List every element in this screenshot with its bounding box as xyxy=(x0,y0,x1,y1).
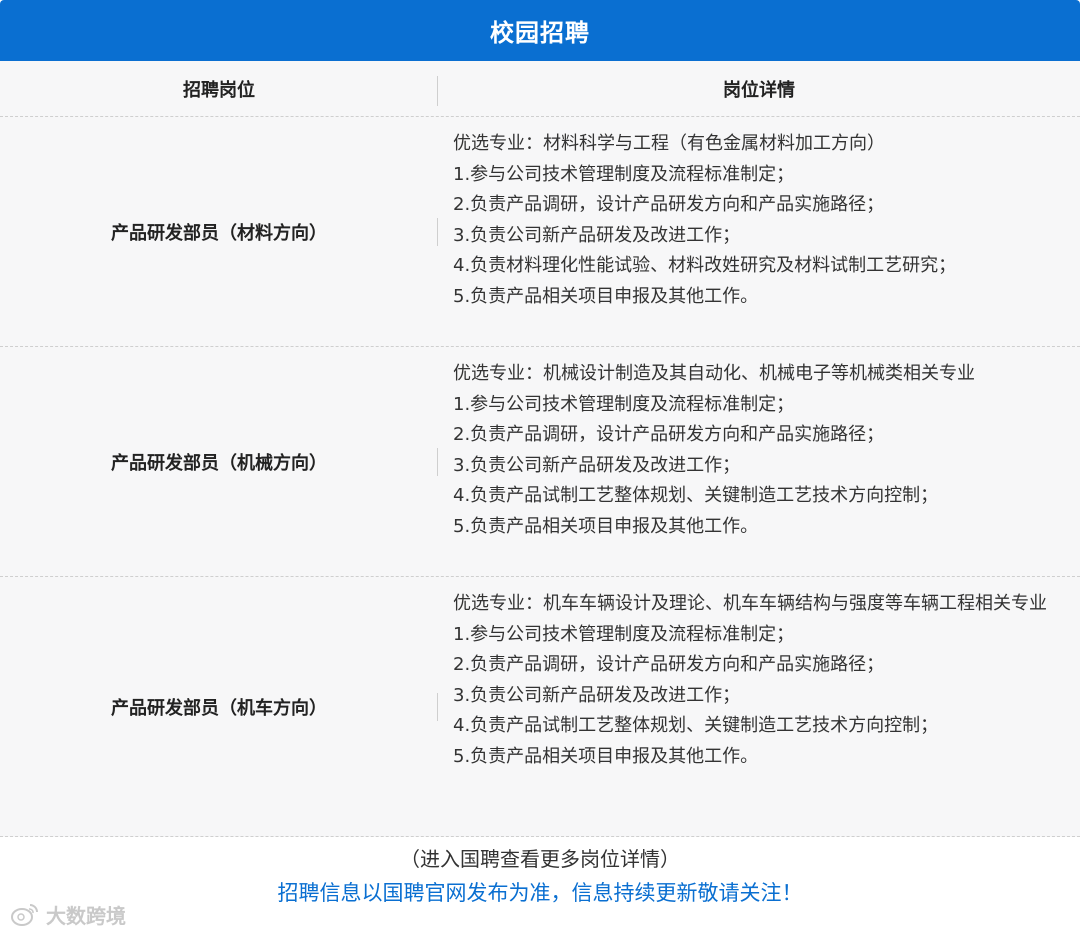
table-header-row: 招聘岗位 岗位详情 xyxy=(0,61,1080,117)
detail-line: 1.参与公司技术管理制度及流程标准制定； xyxy=(453,393,795,415)
detail-line: 优选专业：机械设计制造及其自动化、机械电子等机械类相关专业 xyxy=(453,363,975,384)
detail-line: 5.负责产品相关项目申报及其他工作。 xyxy=(453,285,759,307)
footer-notice: 招聘信息以国聘官网发布为准，信息持续更新敬请关注！ xyxy=(277,881,803,905)
detail-line: 3.负责公司新产品研发及改进工作； xyxy=(453,224,741,246)
column-header-details: 岗位详情 xyxy=(723,80,795,101)
detail-line: 3.负责公司新产品研发及改进工作； xyxy=(453,684,741,706)
footer-note: （进入国聘查看更多岗位详情） xyxy=(400,847,680,871)
job-details: 优选专业：机械设计制造及其自动化、机械电子等机械类相关专业 1.参与公司技术管理… xyxy=(453,359,1068,542)
job-details: 优选专业：机车车辆设计及理论、机车车辆结构与强度等车辆工程相关专业 1.参与公司… xyxy=(453,589,1068,772)
detail-line: 2.负责产品调研，设计产品研发方向和产品实施路径； xyxy=(453,654,885,675)
detail-line: 优选专业：材料科学与工程（有色金属材料加工方向） xyxy=(453,133,885,154)
job-position: 产品研发部员（材料方向） xyxy=(111,222,327,244)
job-position: 产品研发部员（机车方向） xyxy=(111,697,327,719)
job-position: 产品研发部员（机械方向） xyxy=(111,452,327,474)
job-table: 招聘岗位 岗位详情 产品研发部员（材料方向） 优选专业：材料科学与工程（有色金属… xyxy=(0,61,1080,837)
watermark-text: 大数跨境 xyxy=(46,904,126,928)
column-header-position: 招聘岗位 xyxy=(183,80,255,101)
detail-line: 1.参与公司技术管理制度及流程标准制定； xyxy=(453,163,795,185)
detail-line: 5.负责产品相关项目申报及其他工作。 xyxy=(453,745,759,767)
table-row: 产品研发部员（材料方向） 优选专业：材料科学与工程（有色金属材料加工方向） 1.… xyxy=(0,117,1080,347)
detail-line: 3.负责公司新产品研发及改进工作； xyxy=(453,454,741,476)
detail-line: 2.负责产品调研，设计产品研发方向和产品实施路径； xyxy=(453,194,885,215)
column-divider xyxy=(437,693,438,721)
weibo-logo-icon xyxy=(11,903,38,926)
detail-line: 1.参与公司技术管理制度及流程标准制定； xyxy=(453,623,795,645)
table-row: 产品研发部员（机车方向） 优选专业：机车车辆设计及理论、机车车辆结构与强度等车辆… xyxy=(0,577,1080,837)
page-title: 校园招聘 xyxy=(490,19,590,47)
detail-line: 优选专业：机车车辆设计及理论、机车车辆结构与强度等车辆工程相关专业 xyxy=(453,593,1047,614)
column-divider xyxy=(437,218,438,246)
table-row: 产品研发部员（机械方向） 优选专业：机械设计制造及其自动化、机械电子等机械类相关… xyxy=(0,347,1080,577)
column-divider xyxy=(437,448,438,476)
detail-line: 4.负责材料理化性能试验、材料改姓研究及材料试制工艺研究； xyxy=(453,255,957,276)
job-details: 优选专业：材料科学与工程（有色金属材料加工方向） 1.参与公司技术管理制度及流程… xyxy=(453,129,1068,312)
detail-line: 5.负责产品相关项目申报及其他工作。 xyxy=(453,515,759,537)
page-header: 校园招聘 xyxy=(0,0,1080,61)
watermark: 大数跨境 xyxy=(10,900,126,929)
detail-line: 4.负责产品试制工艺整体规划、关键制造工艺技术方向控制； xyxy=(453,485,939,506)
detail-line: 2.负责产品调研，设计产品研发方向和产品实施路径； xyxy=(453,424,885,445)
detail-line: 4.负责产品试制工艺整体规划、关键制造工艺技术方向控制； xyxy=(453,715,939,736)
